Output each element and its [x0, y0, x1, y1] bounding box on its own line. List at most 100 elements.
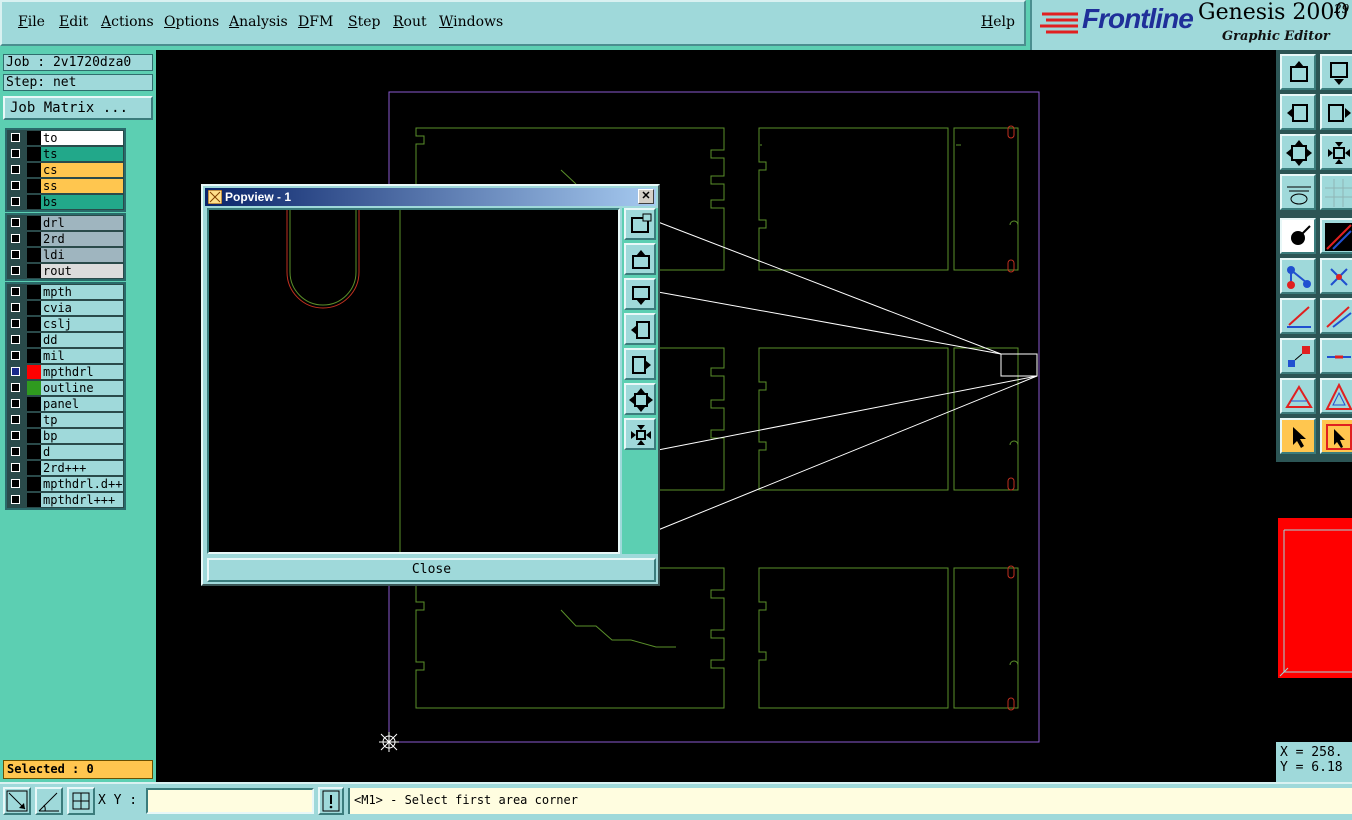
layer-checkbox[interactable]	[11, 287, 20, 296]
layer-row[interactable]: d	[7, 444, 124, 460]
popview-canvas[interactable]	[207, 208, 620, 554]
layer-checkbox[interactable]	[11, 351, 20, 360]
menu-options[interactable]: Options	[164, 14, 219, 30]
popview-zoom-out-button[interactable]	[624, 418, 656, 450]
layer-checkbox[interactable]	[11, 399, 20, 408]
layer-name[interactable]: cslj	[41, 317, 123, 331]
move-right-button[interactable]	[1320, 94, 1352, 130]
layer-checkbox[interactable]	[11, 431, 20, 440]
layer-name[interactable]: mpthdrl.d++-	[41, 477, 123, 491]
layer-row[interactable]: bs	[7, 194, 124, 210]
snap-mode-button[interactable]	[3, 787, 31, 815]
layer-checkbox[interactable]	[11, 335, 20, 344]
layer-color-swatch[interactable]	[27, 493, 41, 507]
layer-row[interactable]: mpthdrl.d++-	[7, 476, 124, 492]
layer-row[interactable]: ts	[7, 146, 124, 162]
layer-color-swatch[interactable]	[27, 195, 41, 209]
layer-checkbox[interactable]	[11, 234, 20, 243]
layer-row[interactable]: rout	[7, 263, 124, 279]
menu-step[interactable]: Step	[348, 14, 380, 30]
layer-checkbox[interactable]	[11, 181, 20, 190]
layer-checkbox[interactable]	[11, 133, 20, 142]
layer-color-swatch[interactable]	[27, 248, 41, 262]
layer-checkbox[interactable]	[11, 149, 20, 158]
layer-row[interactable]: dd	[7, 332, 124, 348]
popview-left-button[interactable]	[624, 313, 656, 345]
layer-row[interactable]: ldi	[7, 247, 124, 263]
layer-row[interactable]: cslj	[7, 316, 124, 332]
select-area-button[interactable]	[1320, 418, 1352, 454]
menu-help[interactable]: Help	[981, 14, 1015, 30]
layer-color-swatch[interactable]	[27, 216, 41, 230]
layer-row[interactable]: 2rd+++	[7, 460, 124, 476]
layer-row[interactable]: panel	[7, 396, 124, 412]
layer-color-swatch[interactable]	[27, 179, 41, 193]
layer-color-swatch[interactable]	[27, 147, 41, 161]
snap-button[interactable]	[1280, 338, 1316, 374]
close-icon[interactable]: ✕	[638, 189, 654, 204]
layer-row[interactable]: mil	[7, 348, 124, 364]
menu-actions[interactable]: Actions	[101, 14, 154, 30]
layer-checkbox[interactable]	[11, 319, 20, 328]
layer-checkbox[interactable]	[11, 479, 20, 488]
xy-input[interactable]	[146, 788, 314, 814]
layer-row[interactable]: mpth	[7, 284, 124, 300]
layer-color-swatch[interactable]	[27, 445, 41, 459]
layer-color-swatch[interactable]	[27, 163, 41, 177]
angle-button[interactable]	[1280, 298, 1316, 334]
layer-name[interactable]: mpth	[41, 285, 123, 299]
layer-name[interactable]: mpthdrl+++	[41, 493, 123, 507]
popview-zoom-in-button[interactable]	[624, 383, 656, 415]
layer-name[interactable]: dd	[41, 333, 123, 347]
measure-button[interactable]	[1280, 174, 1316, 210]
layer-name[interactable]: 2rd+++	[41, 461, 123, 475]
cross-button[interactable]	[1320, 258, 1352, 294]
layer-color-swatch[interactable]	[27, 461, 41, 475]
layer-name[interactable]: rout	[41, 264, 123, 278]
layer-color-swatch[interactable]	[27, 317, 41, 331]
layer-name[interactable]: drl	[41, 216, 123, 230]
layer-color-swatch[interactable]	[27, 333, 41, 347]
layer-name[interactable]: ss	[41, 179, 123, 193]
popview-down-button[interactable]	[624, 278, 656, 310]
popview-titlebar[interactable]: Popview - 1 ✕	[205, 188, 656, 206]
menu-windows[interactable]: Windows	[439, 14, 503, 30]
angle-mode-button[interactable]	[35, 787, 63, 815]
layer-name[interactable]: 2rd	[41, 232, 123, 246]
layer-row[interactable]: cs	[7, 162, 124, 178]
layer-color-swatch[interactable]	[27, 429, 41, 443]
zoom-out-button[interactable]	[1320, 134, 1352, 170]
layer-color-swatch[interactable]	[27, 397, 41, 411]
layer-row[interactable]: cvia	[7, 300, 124, 316]
layer-color-swatch[interactable]	[27, 264, 41, 278]
layer-row[interactable]: to	[7, 130, 124, 146]
layer-name[interactable]: bs	[41, 195, 123, 209]
layer-name[interactable]: outline	[41, 381, 123, 395]
layer-name[interactable]: ts	[41, 147, 123, 161]
split-button[interactable]	[1320, 338, 1352, 374]
move-left-button[interactable]	[1280, 94, 1316, 130]
pad-add-button[interactable]	[1280, 218, 1316, 254]
layer-color-swatch[interactable]	[27, 413, 41, 427]
layer-checkbox[interactable]	[11, 197, 20, 206]
layer-name[interactable]: d	[41, 445, 123, 459]
layer-checkbox[interactable]	[11, 218, 20, 227]
route-button[interactable]	[1280, 258, 1316, 294]
layer-checkbox[interactable]	[11, 367, 20, 376]
layer-name[interactable]: cs	[41, 163, 123, 177]
layer-name[interactable]: mpthdrl	[41, 365, 123, 379]
layer-checkbox[interactable]	[11, 447, 20, 456]
popview-up-button[interactable]	[624, 243, 656, 275]
grid-snap-button[interactable]	[67, 787, 95, 815]
layer-checkbox[interactable]	[11, 266, 20, 275]
layer-row[interactable]: mpthdrl+++	[7, 492, 124, 508]
layer-color-swatch[interactable]	[27, 477, 41, 491]
menu-dfm[interactable]: DFM	[298, 14, 333, 30]
layer-name[interactable]: cvia	[41, 301, 123, 315]
select-button[interactable]	[1280, 418, 1316, 454]
layer-color-swatch[interactable]	[27, 381, 41, 395]
layer-color-swatch[interactable]	[27, 131, 41, 145]
layer-checkbox[interactable]	[11, 383, 20, 392]
layer-row[interactable]: outline	[7, 380, 124, 396]
layer-name[interactable]: tp	[41, 413, 123, 427]
